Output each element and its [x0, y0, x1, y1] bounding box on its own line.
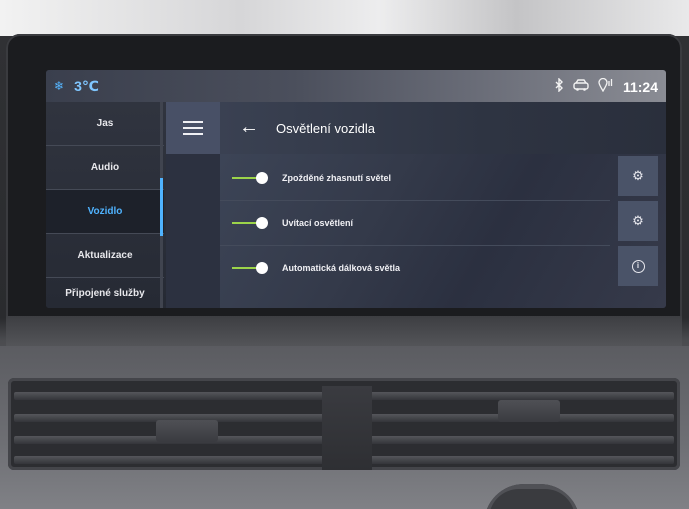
location-signal-icon [598, 77, 614, 96]
windshield-glare [0, 0, 689, 36]
setting-row-auto-high-beam: Automatická dálková světla i [220, 246, 666, 290]
menu-item-label: Audio [90, 162, 120, 173]
vent-divider [322, 386, 372, 470]
menu-item-pripojene-sluzby[interactable]: Připojené služby [46, 278, 164, 308]
hamburger-icon [183, 121, 203, 135]
info-button[interactable]: i [618, 246, 658, 286]
menu-item-label: Aktualizace [77, 250, 133, 261]
clock: 11:24 [622, 79, 658, 95]
bezel-lower-lip [6, 316, 682, 348]
gear-icon: ⚙ [632, 213, 644, 228]
title-bar: ← Osvětlení vozidla [220, 102, 666, 154]
toggle-switch[interactable] [232, 171, 272, 185]
menu-item-label: Jas [96, 118, 114, 129]
status-bar: ❄ 3℃ 11:24 [46, 70, 666, 102]
setting-label: Automatická dálková světla [282, 263, 401, 273]
setting-label: Uvítací osvětlení [282, 218, 354, 228]
menu-scrollbar-thumb[interactable] [160, 178, 163, 236]
menu-item-aktualizace[interactable]: Aktualizace [46, 234, 164, 278]
outside-temperature: 3℃ [74, 78, 99, 94]
info-icon: i [631, 259, 645, 273]
menu-item-audio[interactable]: Audio [46, 146, 164, 190]
arrow-left-icon: ← [239, 116, 259, 138]
menu-item-jas[interactable]: Jas [46, 102, 164, 146]
car-connect-icon [573, 78, 589, 96]
vent-adjust-tab [498, 400, 560, 422]
settings-button[interactable]: ⚙ [618, 156, 658, 196]
back-button[interactable]: ← [234, 113, 264, 143]
bluetooth-icon [554, 77, 564, 96]
vent-adjust-tab [156, 420, 218, 442]
infotainment-screen: ❄ 3℃ 11:24 Jas Audio Vozidlo Aktualizace… [46, 70, 666, 308]
menu-item-label: Připojené služby [65, 288, 145, 299]
settings-list: Zpožděné zhasnutí světel ⚙ Uvítací osvět… [220, 154, 666, 308]
toggle-switch[interactable] [232, 216, 272, 230]
settings-button[interactable]: ⚙ [618, 201, 658, 241]
menu-item-vozidlo[interactable]: Vozidlo [46, 190, 164, 234]
snowflake-icon: ❄ [54, 79, 65, 93]
setting-row-welcome-lighting: Uvítací osvětlení ⚙ [220, 201, 666, 245]
menu-toggle-button[interactable] [166, 102, 220, 154]
setting-row-delayed-lights-off: Zpožděné zhasnutí světel ⚙ [220, 156, 666, 200]
gear-icon: ⚙ [632, 168, 644, 183]
toggle-switch[interactable] [232, 261, 272, 275]
setting-label: Zpožděné zhasnutí světel [282, 173, 392, 183]
menu-item-label: Vozidlo [87, 206, 123, 217]
page-title: Osvětlení vozidla [276, 120, 375, 136]
